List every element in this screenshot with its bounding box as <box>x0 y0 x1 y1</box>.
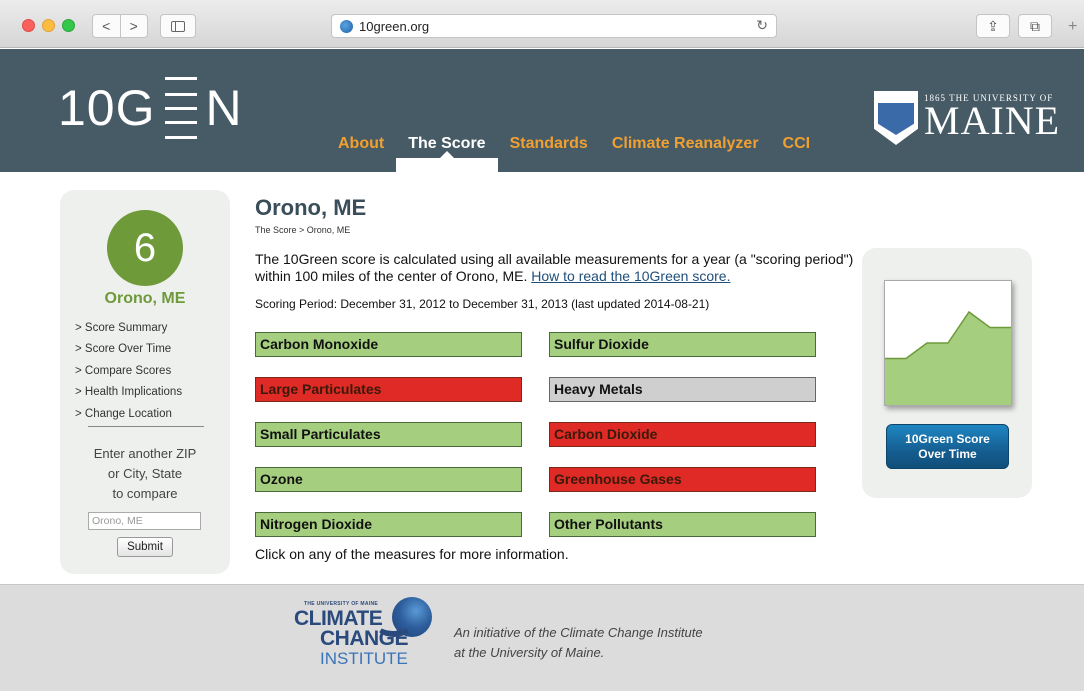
location-sidebar: 6 Orono, ME > Score Summary > Score Over … <box>60 190 230 574</box>
chevron-left-icon[interactable]: < <box>93 15 121 37</box>
measure-nitrogen-dioxide[interactable]: Nitrogen Dioxide <box>255 512 522 537</box>
close-window-button[interactable] <box>22 19 35 32</box>
sidebar-link[interactable]: > Change Location <box>75 404 182 425</box>
sidebar-links: > Score Summary > Score Over Time > Compar… <box>75 318 182 425</box>
university-big-text: MAINE <box>924 98 1061 143</box>
measure-carbon-dioxide[interactable]: Carbon Dioxide <box>549 422 816 447</box>
breadcrumb[interactable]: The Score > Orono, ME <box>255 225 350 235</box>
logo-text-right: N <box>205 80 242 136</box>
10green-logo[interactable]: 10G N <box>58 73 242 143</box>
history-nav: < > <box>92 14 148 38</box>
sidebar-toggle-button[interactable] <box>160 14 196 38</box>
minimize-window-button[interactable] <box>42 19 55 32</box>
site-footer: THE UNIVERSITY OF MAINE CLIMATE CHANGE I… <box>0 584 1084 691</box>
sidebar-link[interactable]: > Score Over Time <box>75 339 182 360</box>
measure-other-pollutants[interactable]: Other Pollutants <box>549 512 816 537</box>
compare-location-input[interactable] <box>88 512 201 530</box>
score-chart[interactable] <box>884 280 1012 406</box>
logo-e-bars <box>162 73 200 143</box>
score-over-time-button-line-2: Over Time <box>918 447 977 461</box>
compare-prompt: Enter another ZIP or City, State to comp… <box>60 444 230 504</box>
score-chart-svg <box>885 310 1011 405</box>
cci-change-text: CHANGE <box>320 627 409 650</box>
scoring-period: Scoring Period: December 31, 2012 to Dec… <box>255 297 710 311</box>
measure-small-particulates[interactable]: Small Particulates <box>255 422 522 447</box>
footer-tagline: An initiative of the Climate Change Inst… <box>454 623 703 663</box>
measure-greenhouse-gases[interactable]: Greenhouse Gases <box>549 467 816 492</box>
submit-button[interactable]: Submit <box>117 537 173 557</box>
sidebar-icon <box>171 20 185 32</box>
nav-standards[interactable]: Standards <box>498 133 600 172</box>
reload-icon[interactable]: ↻ <box>756 17 768 34</box>
sidebar-divider <box>88 426 204 427</box>
footer-tagline-line-1: An initiative of the Climate Change Inst… <box>454 625 703 640</box>
university-of-maine-logo[interactable]: 1865 THE UNIVERSITY OF MAINE <box>874 91 1060 145</box>
measures-footnote: Click on any of the measures for more in… <box>255 546 569 562</box>
tabs-icon: ⧉ <box>1030 17 1040 34</box>
sidebar-link[interactable]: > Compare Scores <box>75 361 182 382</box>
nav-cci[interactable]: CCI <box>771 133 823 172</box>
nav-climate-reanalyzer[interactable]: Climate Reanalyzer <box>600 133 771 172</box>
nav-about[interactable]: About <box>326 133 396 172</box>
cci-institute-text: INSTITUTE <box>320 649 408 668</box>
score-over-time-button[interactable]: 10Green Score Over Time <box>886 424 1009 469</box>
new-tab-icon[interactable]: + <box>1068 18 1077 36</box>
sidebar-link[interactable]: > Score Summary <box>75 318 182 339</box>
url-text: 10green.org <box>359 18 430 34</box>
compare-line-3: to compare <box>112 486 178 501</box>
page-title: Orono, ME <box>255 195 367 220</box>
chevron-right-icon[interactable]: > <box>121 15 148 37</box>
maine-shield-icon <box>874 91 918 145</box>
climate-change-institute-logo[interactable]: THE UNIVERSITY OF MAINE CLIMATE CHANGE I… <box>294 597 444 677</box>
site-header: 10G N About The Score Standards Climate Rea… <box>0 49 1084 172</box>
show-tabs-button[interactable]: ⧉ <box>1018 14 1052 38</box>
share-button[interactable]: ⇪ <box>976 14 1010 38</box>
intro-paragraph: The 10Green score is calculated using al… <box>255 251 855 285</box>
address-bar[interactable]: 10green.org ↻ <box>331 14 777 38</box>
browser-toolbar: < > 10green.org ↻ ⇪ ⧉ + <box>0 0 1084 48</box>
globe-icon <box>340 19 353 33</box>
logo-text-left: 10G <box>58 80 156 136</box>
footer-tagline-line-2: at the University of Maine. <box>454 645 605 660</box>
score-over-time-panel: 10Green Score Over Time <box>862 248 1032 498</box>
sidebar-city: Orono, ME <box>104 290 186 307</box>
measure-carbon-monoxide[interactable]: Carbon Monoxide <box>255 332 522 357</box>
measure-ozone[interactable]: Ozone <box>255 467 522 492</box>
measure-large-particulates[interactable]: Large Particulates <box>255 377 522 402</box>
zoom-window-button[interactable] <box>62 19 75 32</box>
measure-heavy-metals[interactable]: Heavy Metals <box>549 377 816 402</box>
compare-line-1: Enter another ZIP <box>93 446 197 461</box>
score-badge: 6 <box>107 210 183 286</box>
compare-line-2: or City, State <box>107 466 183 481</box>
main-nav: About The Score Standards Climate Reanalyze… <box>326 133 822 172</box>
how-to-read-link[interactable]: How to read the 10Green score. <box>531 268 730 284</box>
nav-the-score[interactable]: The Score <box>396 133 498 172</box>
measure-sulfur-dioxide[interactable]: Sulfur Dioxide <box>549 332 816 357</box>
share-icon: ⇪ <box>987 17 999 34</box>
sidebar-link[interactable]: > Health Implications <box>75 382 182 403</box>
score-over-time-button-line-1: 10Green Score <box>905 432 990 446</box>
